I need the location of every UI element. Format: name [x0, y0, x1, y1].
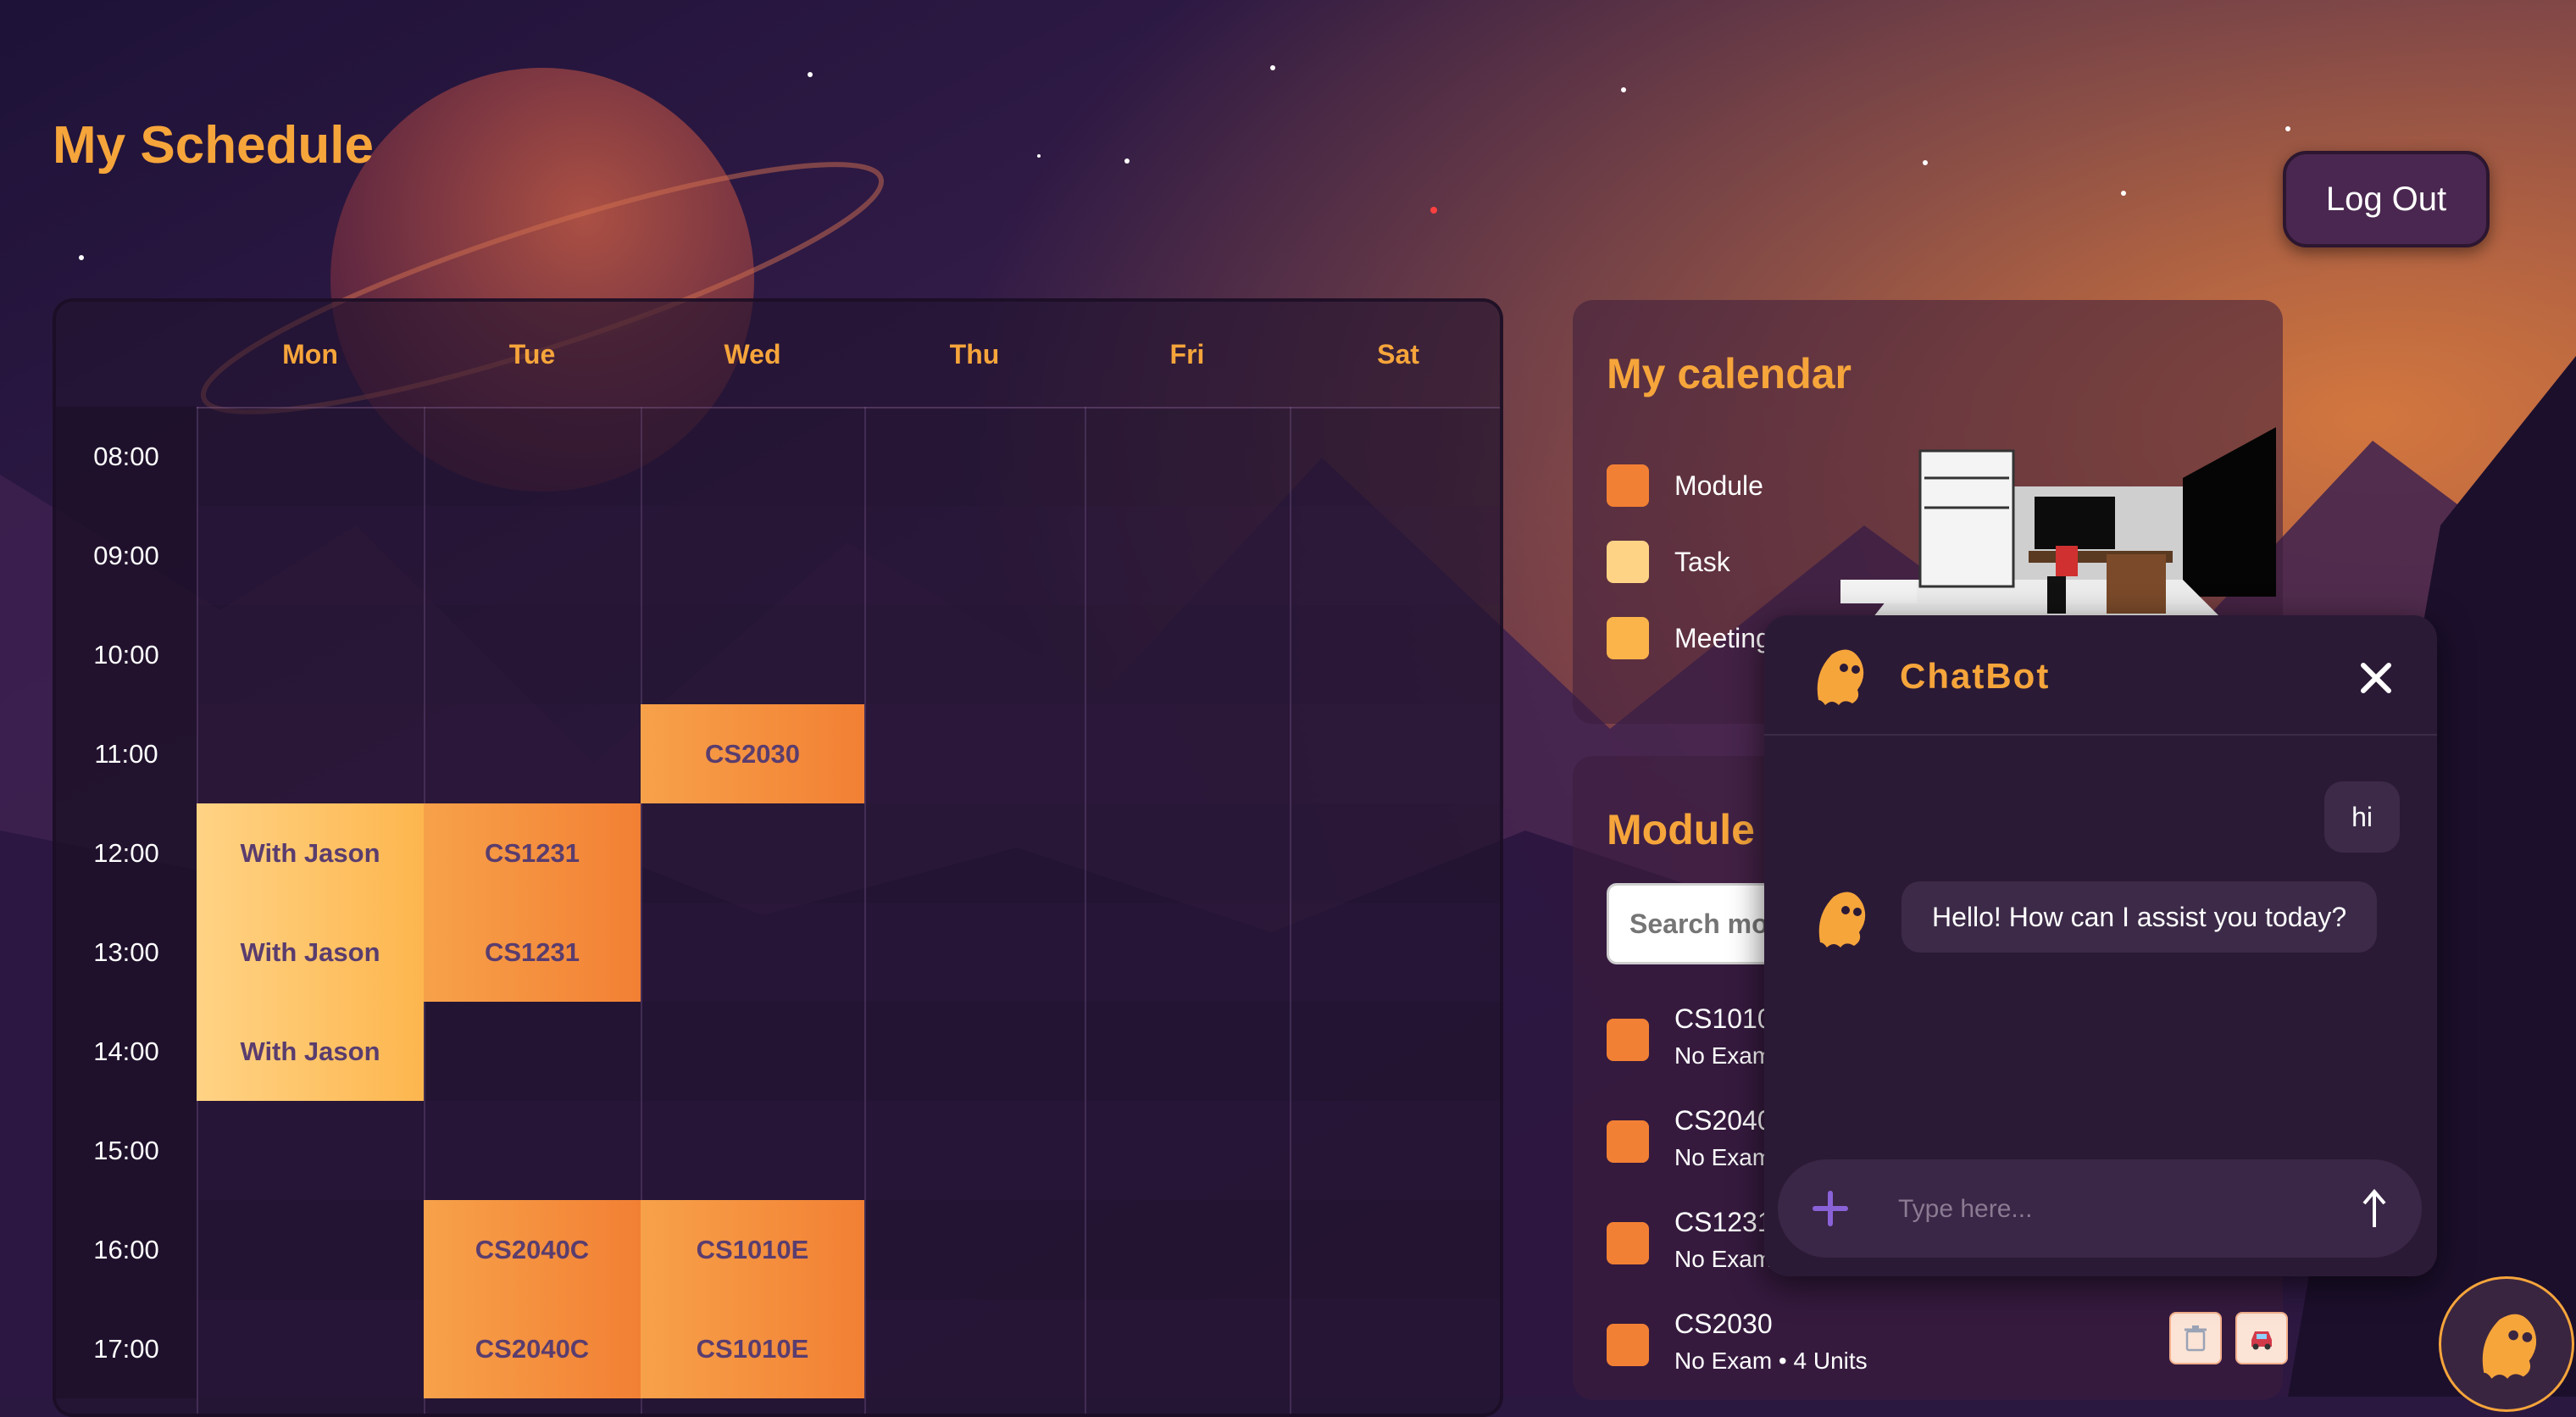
- time-row: [197, 605, 1500, 704]
- calendar-title: My calendar: [1607, 350, 1852, 397]
- car-icon: [2251, 1331, 2272, 1350]
- day-header-sat: Sat: [1377, 338, 1419, 370]
- delete-module-button[interactable]: [2169, 1312, 2222, 1364]
- time-row: [197, 1101, 1500, 1200]
- chat-message-input[interactable]: [1896, 1183, 2340, 1236]
- time-row: [197, 506, 1500, 605]
- page-title: My Schedule: [53, 116, 374, 175]
- attach-button[interactable]: [1812, 1190, 1849, 1227]
- meeting-swatch[interactable]: [1607, 617, 1649, 659]
- schedule-event-module[interactable]: CS2030: [641, 704, 864, 803]
- schedule-event-module[interactable]: CS1231: [424, 803, 641, 903]
- legend-item-meeting[interactable]: Meeting: [1607, 617, 1771, 659]
- day-header-tue: Tue: [508, 338, 556, 370]
- schedule-event-task[interactable]: With Jason: [197, 1002, 424, 1101]
- schedule-event-module[interactable]: CS1010E: [641, 1299, 864, 1398]
- chatbot-window: ChatBot hi Hello! How can I assist you t…: [1764, 615, 2437, 1276]
- chatbot-toggle-button[interactable]: [2439, 1276, 2574, 1412]
- legend-item-module[interactable]: Module: [1607, 464, 1763, 507]
- column-divider: [864, 407, 866, 1414]
- logout-button[interactable]: Log Out: [2283, 151, 2490, 247]
- day-header-fri: Fri: [1169, 338, 1205, 370]
- day-header-thu: Thu: [949, 338, 1000, 370]
- time-label: 11:00: [56, 704, 197, 803]
- legend-label: Meeting: [1674, 622, 1771, 653]
- header-divider: [197, 407, 1500, 408]
- day-header-mon: Mon: [282, 338, 338, 370]
- task-swatch[interactable]: [1607, 541, 1649, 583]
- schedule-table: Mon Tue Wed Thu Fri Sat 08:00 09:00 10:00 11:00 12…: [53, 298, 1503, 1417]
- time-label: 14:00: [56, 1002, 197, 1101]
- ghost-icon: [1818, 892, 1866, 947]
- schedule-event-task[interactable]: With Jason: [197, 903, 424, 1002]
- send-arrow-icon: [2362, 1188, 2386, 1227]
- module-checkbox[interactable]: [1607, 1019, 1649, 1061]
- module-code: CS2030: [1674, 1309, 1773, 1339]
- chatbot-header: ChatBot: [1764, 615, 2437, 736]
- module-code: CS1231: [1674, 1207, 1773, 1237]
- ghost-icon: [2482, 1314, 2537, 1379]
- user-message: hi: [2324, 781, 2400, 853]
- column-divider: [1290, 407, 1291, 1414]
- time-label: 08:00: [56, 407, 197, 506]
- time-label: 16:00: [56, 1200, 197, 1299]
- module-row: CS2030 No Exam • 4 Units: [1607, 1309, 2288, 1393]
- time-row: [197, 407, 1500, 506]
- bot-message: Hello! How can I assist you today?: [1901, 881, 2378, 953]
- module-checkbox[interactable]: [1607, 1222, 1649, 1264]
- module-checkbox[interactable]: [1607, 1324, 1649, 1366]
- module-meta: No Exam • 4 Units: [1674, 1348, 1868, 1374]
- module-swatch[interactable]: [1607, 464, 1649, 507]
- trash-icon: [2185, 1325, 2207, 1352]
- legend-label: Task: [1674, 546, 1730, 577]
- schedule-event-module[interactable]: CS1231: [424, 903, 641, 1002]
- time-label: 13:00: [56, 903, 197, 1002]
- send-button[interactable]: [2357, 1188, 2391, 1231]
- close-icon: [2361, 663, 2391, 693]
- time-label: 17:00: [56, 1299, 197, 1398]
- schedule-grid: Mon Tue Wed Thu Fri Sat 08:00 09:00 10:00 11:00 12…: [56, 302, 1500, 1414]
- plus-icon: [1813, 1191, 1848, 1226]
- room-illustration: [1840, 427, 2276, 622]
- schedule-event-module[interactable]: CS1010E: [641, 1200, 864, 1299]
- module-checkbox[interactable]: [1607, 1120, 1649, 1163]
- time-label: 12:00: [56, 803, 197, 903]
- schedule-event-module[interactable]: CS2040C: [424, 1299, 641, 1398]
- car-module-button[interactable]: [2235, 1312, 2288, 1364]
- time-label: 10:00: [56, 605, 197, 704]
- ghost-icon: [1817, 649, 1864, 705]
- chatbot-title: ChatBot: [1900, 656, 2051, 696]
- time-label: 09:00: [56, 506, 197, 605]
- legend-label: Module: [1674, 470, 1763, 501]
- time-label: 15:00: [56, 1101, 197, 1200]
- legend-item-task[interactable]: Task: [1607, 541, 1730, 583]
- chat-input-bar: [1778, 1159, 2422, 1258]
- chatbot-close-button[interactable]: [2349, 651, 2403, 705]
- schedule-event-task[interactable]: With Jason: [197, 803, 424, 903]
- module-title: Module: [1607, 806, 1755, 853]
- schedule-event-module[interactable]: CS2040C: [424, 1200, 641, 1299]
- day-header-wed: Wed: [724, 338, 781, 370]
- column-divider: [1085, 407, 1086, 1414]
